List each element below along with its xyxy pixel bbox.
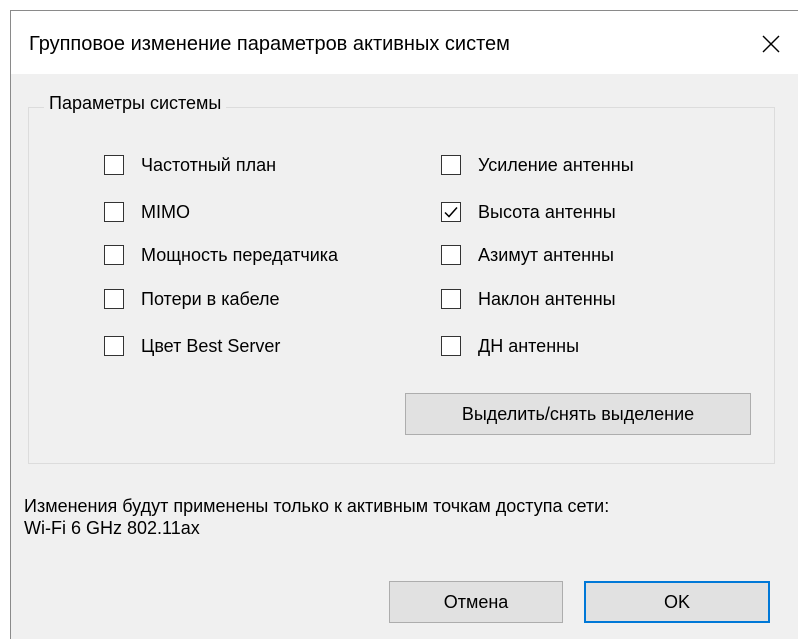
checkbox-mimo[interactable]: MIMO <box>104 199 190 225</box>
checkbox-box[interactable] <box>441 289 461 309</box>
checkbox-frequency-plan[interactable]: Частотный план <box>104 152 276 178</box>
checkbox-label: Наклон антенны <box>478 288 616 309</box>
checkbox-antenna-pattern[interactable]: ДН антенны <box>441 333 579 359</box>
checkbox-label: Высота антенны <box>478 201 616 222</box>
group-legend: Параметры системы <box>44 93 227 114</box>
close-icon <box>762 35 780 53</box>
checkbox-best-server-color[interactable]: Цвет Best Server <box>104 333 280 359</box>
checkmark-icon <box>444 207 458 218</box>
checkbox-label: Усиление антенны <box>478 154 634 175</box>
dialog-title: Групповое изменение параметров активных … <box>29 33 510 55</box>
checkbox-label: MIMO <box>141 201 190 222</box>
close-button[interactable] <box>740 11 798 74</box>
checkbox-box[interactable] <box>441 202 461 222</box>
info-line-2: Wi-Fi 6 GHz 802.11ax <box>24 518 200 538</box>
title-bar: Групповое изменение параметров активных … <box>11 11 798 74</box>
checkbox-cable-loss[interactable]: Потери в кабеле <box>104 286 280 312</box>
checkbox-antenna-height[interactable]: Высота антенны <box>441 199 616 225</box>
checkbox-label: Цвет Best Server <box>141 335 281 356</box>
info-text: Изменения будут применены только к актив… <box>24 495 609 539</box>
checkbox-label: Азимут антенны <box>478 244 614 265</box>
checkbox-box[interactable] <box>104 202 124 222</box>
select-toggle-button[interactable]: Выделить/снять выделение <box>405 393 751 435</box>
checkbox-antenna-azimuth[interactable]: Азимут антенны <box>441 242 614 268</box>
checkbox-box[interactable] <box>441 245 461 265</box>
checkbox-label: Частотный план <box>141 154 277 175</box>
checkbox-box[interactable] <box>104 245 124 265</box>
cancel-button[interactable]: Отмена <box>389 581 563 623</box>
info-line-1: Изменения будут применены только к актив… <box>24 496 610 516</box>
checkbox-antenna-tilt[interactable]: Наклон антенны <box>441 286 616 312</box>
checkbox-label: ДН антенны <box>478 335 580 356</box>
checkbox-label: Мощность передатчика <box>141 244 339 265</box>
ok-button[interactable]: OK <box>584 581 770 623</box>
checkbox-box[interactable] <box>441 336 461 356</box>
checkbox-label: Потери в кабеле <box>141 288 280 309</box>
checkbox-box[interactable] <box>104 155 124 175</box>
checkbox-box[interactable] <box>104 289 124 309</box>
checkbox-box[interactable] <box>441 155 461 175</box>
checkbox-box[interactable] <box>104 336 124 356</box>
checkbox-tx-power[interactable]: Мощность передатчика <box>104 242 338 268</box>
checkbox-antenna-gain[interactable]: Усиление антенны <box>441 152 634 178</box>
